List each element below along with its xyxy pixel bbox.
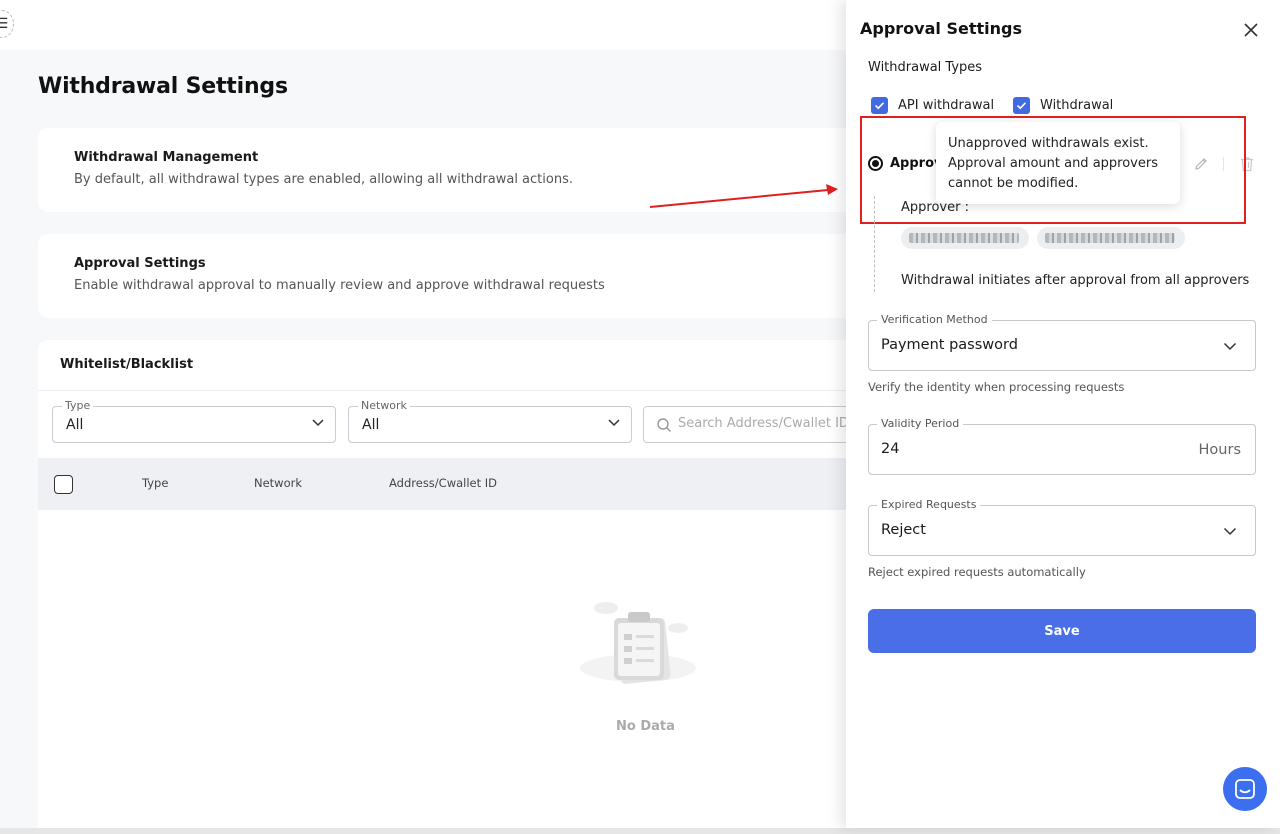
column-header-type[interactable]: Type	[142, 476, 168, 490]
approver-label: Approver :	[901, 200, 969, 215]
validity-period-label: Validity Period	[877, 417, 964, 430]
column-header-address[interactable]: Address/Cwallet ID	[389, 476, 497, 490]
expired-requests-value: Reject	[881, 522, 926, 538]
rule-connector-line	[874, 196, 875, 292]
main-page: ☰ Withdrawal Settings Withdrawal Managem…	[0, 0, 860, 828]
check-icon	[1016, 102, 1027, 110]
type-filter-label: Type	[62, 399, 94, 412]
api-withdrawal-label[interactable]: API withdrawal	[898, 98, 994, 113]
address-search-field[interactable]	[643, 406, 860, 443]
approval-rule-radio[interactable]	[868, 156, 883, 171]
close-icon[interactable]	[1241, 20, 1261, 40]
network-filter-value: All	[362, 417, 380, 433]
verification-helper-text: Verify the identity when processing requ…	[868, 380, 1125, 394]
card-title: Approval Settings	[74, 256, 206, 271]
empty-state-text: No Data	[616, 719, 675, 734]
chevron-down-icon	[312, 419, 324, 427]
search-icon	[657, 418, 671, 432]
expired-helper-text: Reject expired requests automatically	[868, 565, 1086, 579]
approval-settings-card[interactable]: Approval Settings Enable withdrawal appr…	[38, 234, 860, 318]
expired-requests-select[interactable]: Expired Requests Reject	[868, 498, 1256, 556]
network-filter-label: Network	[358, 399, 410, 412]
approver-chip	[1037, 227, 1185, 249]
api-withdrawal-checkbox[interactable]	[871, 97, 888, 114]
page-title: Withdrawal Settings	[38, 74, 288, 99]
card-description: Enable withdrawal approval to manually r…	[74, 278, 605, 293]
pencil-icon[interactable]	[1193, 156, 1209, 172]
tooltip-line: cannot be modified.	[948, 176, 1079, 191]
divider	[1223, 157, 1224, 171]
expired-requests-label: Expired Requests	[877, 498, 981, 511]
validity-period-value[interactable]: 24	[881, 441, 899, 457]
trash-icon[interactable]	[1240, 156, 1254, 172]
top-bar: ☰	[0, 0, 860, 50]
chevron-down-icon	[1223, 527, 1237, 536]
clipboard-icon	[580, 602, 696, 684]
validity-period-unit: Hours	[1198, 442, 1241, 458]
verification-method-value: Payment password	[881, 337, 1018, 353]
withdrawal-label[interactable]: Withdrawal	[1040, 98, 1113, 113]
card-title: Withdrawal Management	[74, 150, 259, 165]
whitelist-card: Whitelist/Blacklist Type All Network All…	[38, 340, 860, 828]
column-header-network[interactable]: Network	[254, 476, 302, 490]
validity-period-input[interactable]: Validity Period 24 Hours	[868, 417, 1256, 475]
search-input[interactable]	[678, 416, 860, 431]
verification-method-select[interactable]: Verification Method Payment password	[868, 313, 1256, 371]
tooltip-line: Unapproved withdrawals exist.	[948, 136, 1149, 151]
drawer-title: Approval Settings	[860, 19, 1022, 38]
select-all-checkbox[interactable]	[54, 475, 73, 494]
approval-rule-label: Approv	[890, 156, 943, 171]
modification-tooltip: Unapproved withdrawals exist. Approval a…	[936, 122, 1180, 204]
tooltip-line: Approval amount and approvers	[948, 156, 1158, 171]
approval-settings-drawer: Approval Settings Withdrawal Types API w…	[846, 0, 1280, 828]
check-icon	[874, 102, 885, 110]
withdrawal-checkbox[interactable]	[1013, 97, 1030, 114]
divider	[38, 390, 860, 391]
chevron-down-icon	[608, 419, 620, 427]
whitelist-title: Whitelist/Blacklist	[60, 357, 194, 372]
table-header: Type Network Address/Cwallet ID	[38, 458, 860, 510]
chat-icon	[1235, 779, 1255, 799]
chevron-down-icon	[1223, 342, 1237, 351]
network-filter-select[interactable]: Network All	[348, 399, 632, 443]
type-filter-select[interactable]: Type All	[52, 399, 336, 443]
menu-icon[interactable]: ☰	[0, 10, 14, 38]
withdrawal-types-title: Withdrawal Types	[868, 60, 983, 75]
save-button[interactable]: Save	[868, 609, 1256, 653]
approval-note: Withdrawal initiates after approval from…	[901, 273, 1250, 288]
verification-method-label: Verification Method	[877, 313, 992, 326]
annotation-arrow-icon	[649, 184, 838, 208]
type-filter-value: All	[66, 417, 84, 433]
card-description: By default, all withdrawal types are ena…	[74, 172, 573, 187]
chat-support-button[interactable]	[1223, 767, 1267, 811]
approver-chip	[901, 227, 1029, 249]
